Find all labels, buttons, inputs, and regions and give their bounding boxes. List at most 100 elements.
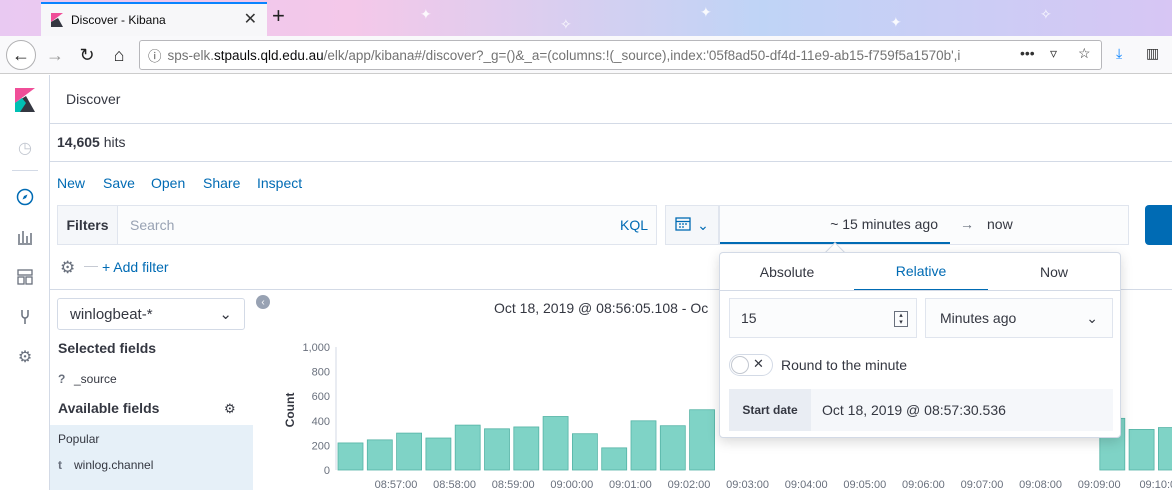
relative-value: 15 [741,310,757,326]
save-button[interactable]: Save [103,175,135,191]
sparkle-decoration: ✧ [560,16,572,32]
relative-value-input[interactable]: 15 ▴ ▾ [729,298,917,338]
chart-bar[interactable] [425,437,452,471]
breadcrumb[interactable]: Discover [66,91,120,107]
pocket-icon[interactable]: ▿ [1050,45,1057,62]
field-settings-gear-icon[interactable]: ⚙ [224,401,236,417]
open-button[interactable]: Open [151,175,185,191]
dev-tools-icon[interactable] [14,306,36,328]
quick-menu-button[interactable]: ⌄ [665,205,719,245]
home-button[interactable]: ⌂ [104,40,134,70]
url-host: stpauls.qld.edu.au [214,47,324,63]
index-pattern-value: winlogbeat-* [70,305,153,323]
dashboard-icon[interactable] [14,266,36,288]
bookmark-star-icon[interactable]: ☆ [1078,45,1091,62]
y-tick-label: 1,000 [302,342,330,354]
end-date-button[interactable]: now [987,216,1013,232]
new-tab-button[interactable]: + [272,5,285,27]
index-pattern-select[interactable]: winlogbeat-* ⌄ [57,298,245,330]
share-button[interactable]: Share [203,175,240,191]
y-tick-label: 600 [312,391,330,403]
management-gear-icon[interactable]: ⚙ [14,346,36,368]
chart-bar[interactable] [542,416,569,471]
browser-tab[interactable]: Discover - Kibana ✕ [41,2,267,36]
download-icon[interactable]: ⤓ [1116,45,1122,62]
date-range-picker: ~ 15 minutes ago → now [719,205,1129,245]
chart-bar[interactable] [1128,429,1155,471]
new-button[interactable]: New [57,175,85,191]
field-item[interactable]: t winlog.channel [58,458,153,472]
url-prefix: sps-elk. [167,47,215,63]
field-item[interactable]: ? _source [58,372,117,386]
collapse-sidebar-icon[interactable]: ‹ [256,295,270,309]
refresh-button[interactable] [1145,205,1172,245]
chart-bar[interactable] [454,424,481,471]
chart-bar[interactable] [659,425,686,471]
arrow-right-icon: → [960,216,974,232]
relative-unit-select[interactable]: Minutes ago ⌄ [925,298,1113,338]
divider [50,161,1172,162]
date-popover: Absolute Relative Now 15 ▴ ▾ Minutes ago … [719,252,1121,438]
browser-nav-bar: ← → ↻ ⌂ ⓘ sps-elk. stpauls.qld.edu.au/elk… [0,36,1172,74]
x-tick-label: 09:05:00 [843,479,886,490]
chart-bar[interactable] [513,426,540,471]
available-fields-title: Available fields [58,400,160,416]
stepper-icon[interactable]: ▴ ▾ [894,311,908,327]
close-tab-icon[interactable]: ✕ [244,12,257,28]
reload-button[interactable]: ↻ [72,40,102,70]
chart-bar[interactable] [366,439,393,471]
relative-unit: Minutes ago [940,310,1017,326]
browser-tab-bar: ✦ ✧ ✦ ✦ ✧ Discover - Kibana ✕ + [0,0,1172,36]
hits-label: hits [103,134,126,150]
info-icon[interactable]: ⓘ [148,45,162,65]
forward-button[interactable]: → [40,40,70,70]
selected-fields-title: Selected fields [58,340,157,356]
round-toggle[interactable]: ✕ [729,354,773,376]
kql-toggle[interactable]: KQL [612,217,656,233]
field-name: _source [74,372,117,386]
more-icon[interactable]: ••• [1020,45,1035,61]
tab-absolute[interactable]: Absolute [720,253,854,291]
chart-bar[interactable] [396,432,422,471]
chart-bar[interactable] [337,442,364,471]
visualize-icon[interactable] [14,226,36,248]
hits-number: 14,605 [57,134,100,150]
sparkle-decoration: ✦ [700,4,712,20]
x-tick-label: 08:59:00 [492,479,535,490]
tab-relative[interactable]: Relative [854,253,988,291]
chart-time-range: Oct 18, 2019 @ 08:56:05.108 - Oc [494,300,709,316]
url-bar[interactable]: ⓘ sps-elk. stpauls.qld.edu.au/elk/app/kib… [139,40,1102,70]
start-date-button[interactable]: ~ 15 minutes ago [720,206,950,244]
discover-compass-icon[interactable] [14,186,36,208]
start-date-value[interactable]: Oct 18, 2019 @ 08:57:30.536 [822,402,1006,418]
tab-now[interactable]: Now [988,253,1120,291]
sparkle-decoration: ✦ [420,6,432,22]
y-tick-label: 800 [312,367,330,379]
sidebar-icon[interactable]: ▥ [1146,45,1159,62]
add-filter-button[interactable]: + Add filter [102,259,169,275]
chevron-down-icon: ⌄ [1086,309,1098,326]
recent-clock-icon[interactable]: ◷ [14,137,36,159]
inspect-button[interactable]: Inspect [257,175,302,191]
x-tick-label: 08:58:00 [433,479,476,490]
url-path: /elk/app/kibana#/discover?_g=()&_a=(colu… [323,47,961,63]
chevron-down-icon: ⌄ [219,306,232,323]
field-type-icon: t [58,458,62,472]
start-date-label: Start date [729,389,811,431]
search-input[interactable] [118,206,612,244]
chart-bar[interactable] [601,447,628,471]
filters-label[interactable]: Filters [58,206,118,244]
filter-settings-gear-icon[interactable]: ⚙ [60,258,75,278]
field-type-icon: ? [58,372,66,386]
x-tick-label: 09:00:00 [550,479,593,490]
chart-bar[interactable] [689,409,716,471]
chart-bar[interactable] [1158,427,1172,471]
chart-bar[interactable] [484,428,510,471]
x-tick-label: 09:10:0 [1139,479,1172,490]
kibana-logo-icon[interactable] [15,88,35,112]
chart-bar[interactable] [630,420,657,471]
chart-bar[interactable] [571,433,598,471]
back-button[interactable]: ← [6,40,36,70]
field-name: winlog.channel [74,458,154,472]
x-tick-label: 09:04:00 [785,479,828,490]
